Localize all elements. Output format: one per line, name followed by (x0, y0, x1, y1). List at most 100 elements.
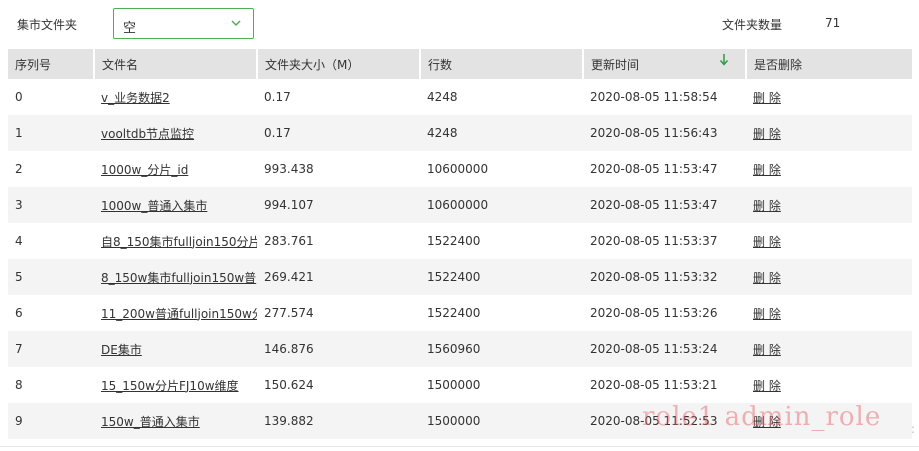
table-cell: 1000w_普通入集市 (94, 187, 257, 223)
table-cell: 0.17 (257, 115, 420, 151)
table-row: 9 150w_普通入集市 139.882 1500000 2020-08-05 11:5… (8, 403, 912, 439)
table-cell: 2020-08-05 11:53:37 (583, 223, 746, 259)
cell-updated-time: 2020-08-05 11:53:32 (590, 270, 718, 284)
table-cell: 2020-08-05 11:53:32 (583, 259, 746, 295)
cell-filename-link[interactable]: 150w_普通入集市 (101, 415, 200, 429)
cell-index: 7 (15, 342, 23, 356)
table-cell: 删 除 (746, 259, 912, 295)
table-cell: 146.876 (257, 331, 420, 367)
table-cell: v_业务数据2 (94, 79, 257, 115)
table-row: 7 DE集市 146.876 1560960 2020-08-05 11:53:24 删 … (8, 331, 912, 367)
chevron-down-icon (231, 20, 241, 27)
sort-down-arrow-icon[interactable] (719, 53, 729, 67)
delete-link[interactable]: 删 除 (753, 163, 781, 177)
cell-filename-link[interactable]: v_业务数据2 (101, 91, 170, 105)
cell-size: 146.876 (264, 342, 314, 356)
table-cell: 7 (8, 331, 94, 367)
delete-link[interactable]: 删 除 (753, 415, 781, 429)
table-cell: 2020-08-05 11:53:47 (583, 187, 746, 223)
table-cell: 删 除 (746, 223, 912, 259)
table-cell: 2020-08-05 11:58:54 (583, 79, 746, 115)
cell-index: 6 (15, 306, 23, 320)
table-cell: 994.107 (257, 187, 420, 223)
cell-filename-link[interactable]: 1000w_普通入集市 (101, 199, 207, 213)
cell-rows: 10600000 (427, 162, 489, 176)
delete-link[interactable]: 删 除 (753, 91, 781, 105)
cell-rows: 1500000 (427, 378, 481, 392)
table-cell: 4248 (420, 115, 583, 151)
cell-filename-link[interactable]: 8_150w集市fulljoin150w普 (101, 271, 256, 285)
table-cell: 10600000 (420, 151, 583, 187)
cell-index: 9 (15, 414, 23, 428)
table-cell: 2020-08-05 11:53:24 (583, 331, 746, 367)
cell-size: 277.574 (264, 306, 314, 320)
cell-filename-link[interactable]: 1000w_分片_id (101, 163, 188, 177)
table-row: 2 1000w_分片_id 993.438 10600000 2020-08-05 11… (8, 151, 912, 187)
table-cell: 150.624 (257, 367, 420, 403)
delete-link[interactable]: 删 除 (753, 343, 781, 357)
table-cell: DE集市 (94, 331, 257, 367)
delete-link[interactable]: 删 除 (753, 199, 781, 213)
col-header-size[interactable]: 文件夹大小（M） (257, 49, 421, 79)
folder-select[interactable]: 空 (113, 8, 254, 39)
cell-rows: 10600000 (427, 198, 489, 212)
table-cell: 删 除 (746, 295, 912, 331)
table-cell: 2020-08-05 11:53:21 (583, 367, 746, 403)
table-cell: 6 (8, 295, 94, 331)
cell-filename-link[interactable]: 15_150w分片FJ10w维度 (101, 379, 239, 393)
table-cell: 9 (8, 403, 94, 439)
table-row: 4 自8_150集市fulljoin150分片 283.761 1522400 2020… (8, 223, 912, 259)
delete-link[interactable]: 删 除 (753, 307, 781, 321)
cell-rows: 1522400 (427, 270, 481, 284)
cell-filename-link[interactable]: 11_200w普通fulljoin150w分 (101, 307, 257, 321)
table-cell: 2020-08-05 11:52:53 (583, 403, 746, 439)
col-header-rows[interactable]: 行数 (420, 49, 584, 79)
col-header-index[interactable]: 序列号 (8, 49, 95, 79)
cell-rows: 4248 (427, 126, 458, 140)
table-cell: 150w_普通入集市 (94, 403, 257, 439)
table-cell: 4248 (420, 79, 583, 115)
cell-size: 0.17 (264, 126, 291, 140)
bottom-divider (0, 446, 919, 447)
table-cell: 10600000 (420, 187, 583, 223)
delete-link[interactable]: 删 除 (753, 271, 781, 285)
table-cell: 删 除 (746, 115, 912, 151)
table-cell: 277.574 (257, 295, 420, 331)
delete-link[interactable]: 删 除 (753, 127, 781, 141)
table-cell: 993.438 (257, 151, 420, 187)
table-cell: 283.761 (257, 223, 420, 259)
cell-rows: 1560960 (427, 342, 481, 356)
table-cell: 2 (8, 151, 94, 187)
cell-updated-time: 2020-08-05 11:53:24 (590, 342, 718, 356)
cell-updated-time: 2020-08-05 11:58:54 (590, 90, 718, 104)
cell-size: 269.421 (264, 270, 314, 284)
table-cell: 8_150w集市fulljoin150w普 (94, 259, 257, 295)
col-header-filename[interactable]: 文件名 (94, 49, 258, 79)
table-cell: 删 除 (746, 403, 912, 439)
table-cell: 删 除 (746, 367, 912, 403)
table-cell: 1500000 (420, 367, 583, 403)
folder-filter-label: 集市文件夹 (17, 18, 78, 32)
cell-index: 0 (15, 90, 23, 104)
delete-link[interactable]: 删 除 (753, 235, 781, 249)
folder-select-value: 空 (123, 21, 137, 36)
col-header-updated[interactable]: 更新时间 (583, 49, 747, 79)
table-cell: 8 (8, 367, 94, 403)
cell-index: 3 (15, 198, 23, 212)
table-cell: vooltdb节点监控 (94, 115, 257, 151)
table-cell: 1560960 (420, 331, 583, 367)
cell-filename-link[interactable]: 自8_150集市fulljoin150分片 (101, 235, 257, 249)
table-row: 0 v_业务数据2 0.17 4248 2020-08-05 11:58:54 删 除 (8, 79, 912, 115)
cell-filename-link[interactable]: DE集市 (101, 343, 142, 357)
table-cell: 删 除 (746, 79, 912, 115)
table-cell: 2020-08-05 11:56:43 (583, 115, 746, 151)
table-cell: 269.421 (257, 259, 420, 295)
cell-filename-link[interactable]: vooltdb节点监控 (101, 127, 194, 141)
col-header-delete[interactable]: 是否删除 (746, 49, 912, 79)
filter-bar: 集市文件夹 空 文件夹数量 71 (0, 0, 919, 48)
delete-link[interactable]: 删 除 (753, 379, 781, 393)
cell-size: 994.107 (264, 198, 314, 212)
folder-count-label: 文件夹数量 (722, 18, 783, 32)
table-cell: 删 除 (746, 331, 912, 367)
cell-index: 5 (15, 270, 23, 284)
